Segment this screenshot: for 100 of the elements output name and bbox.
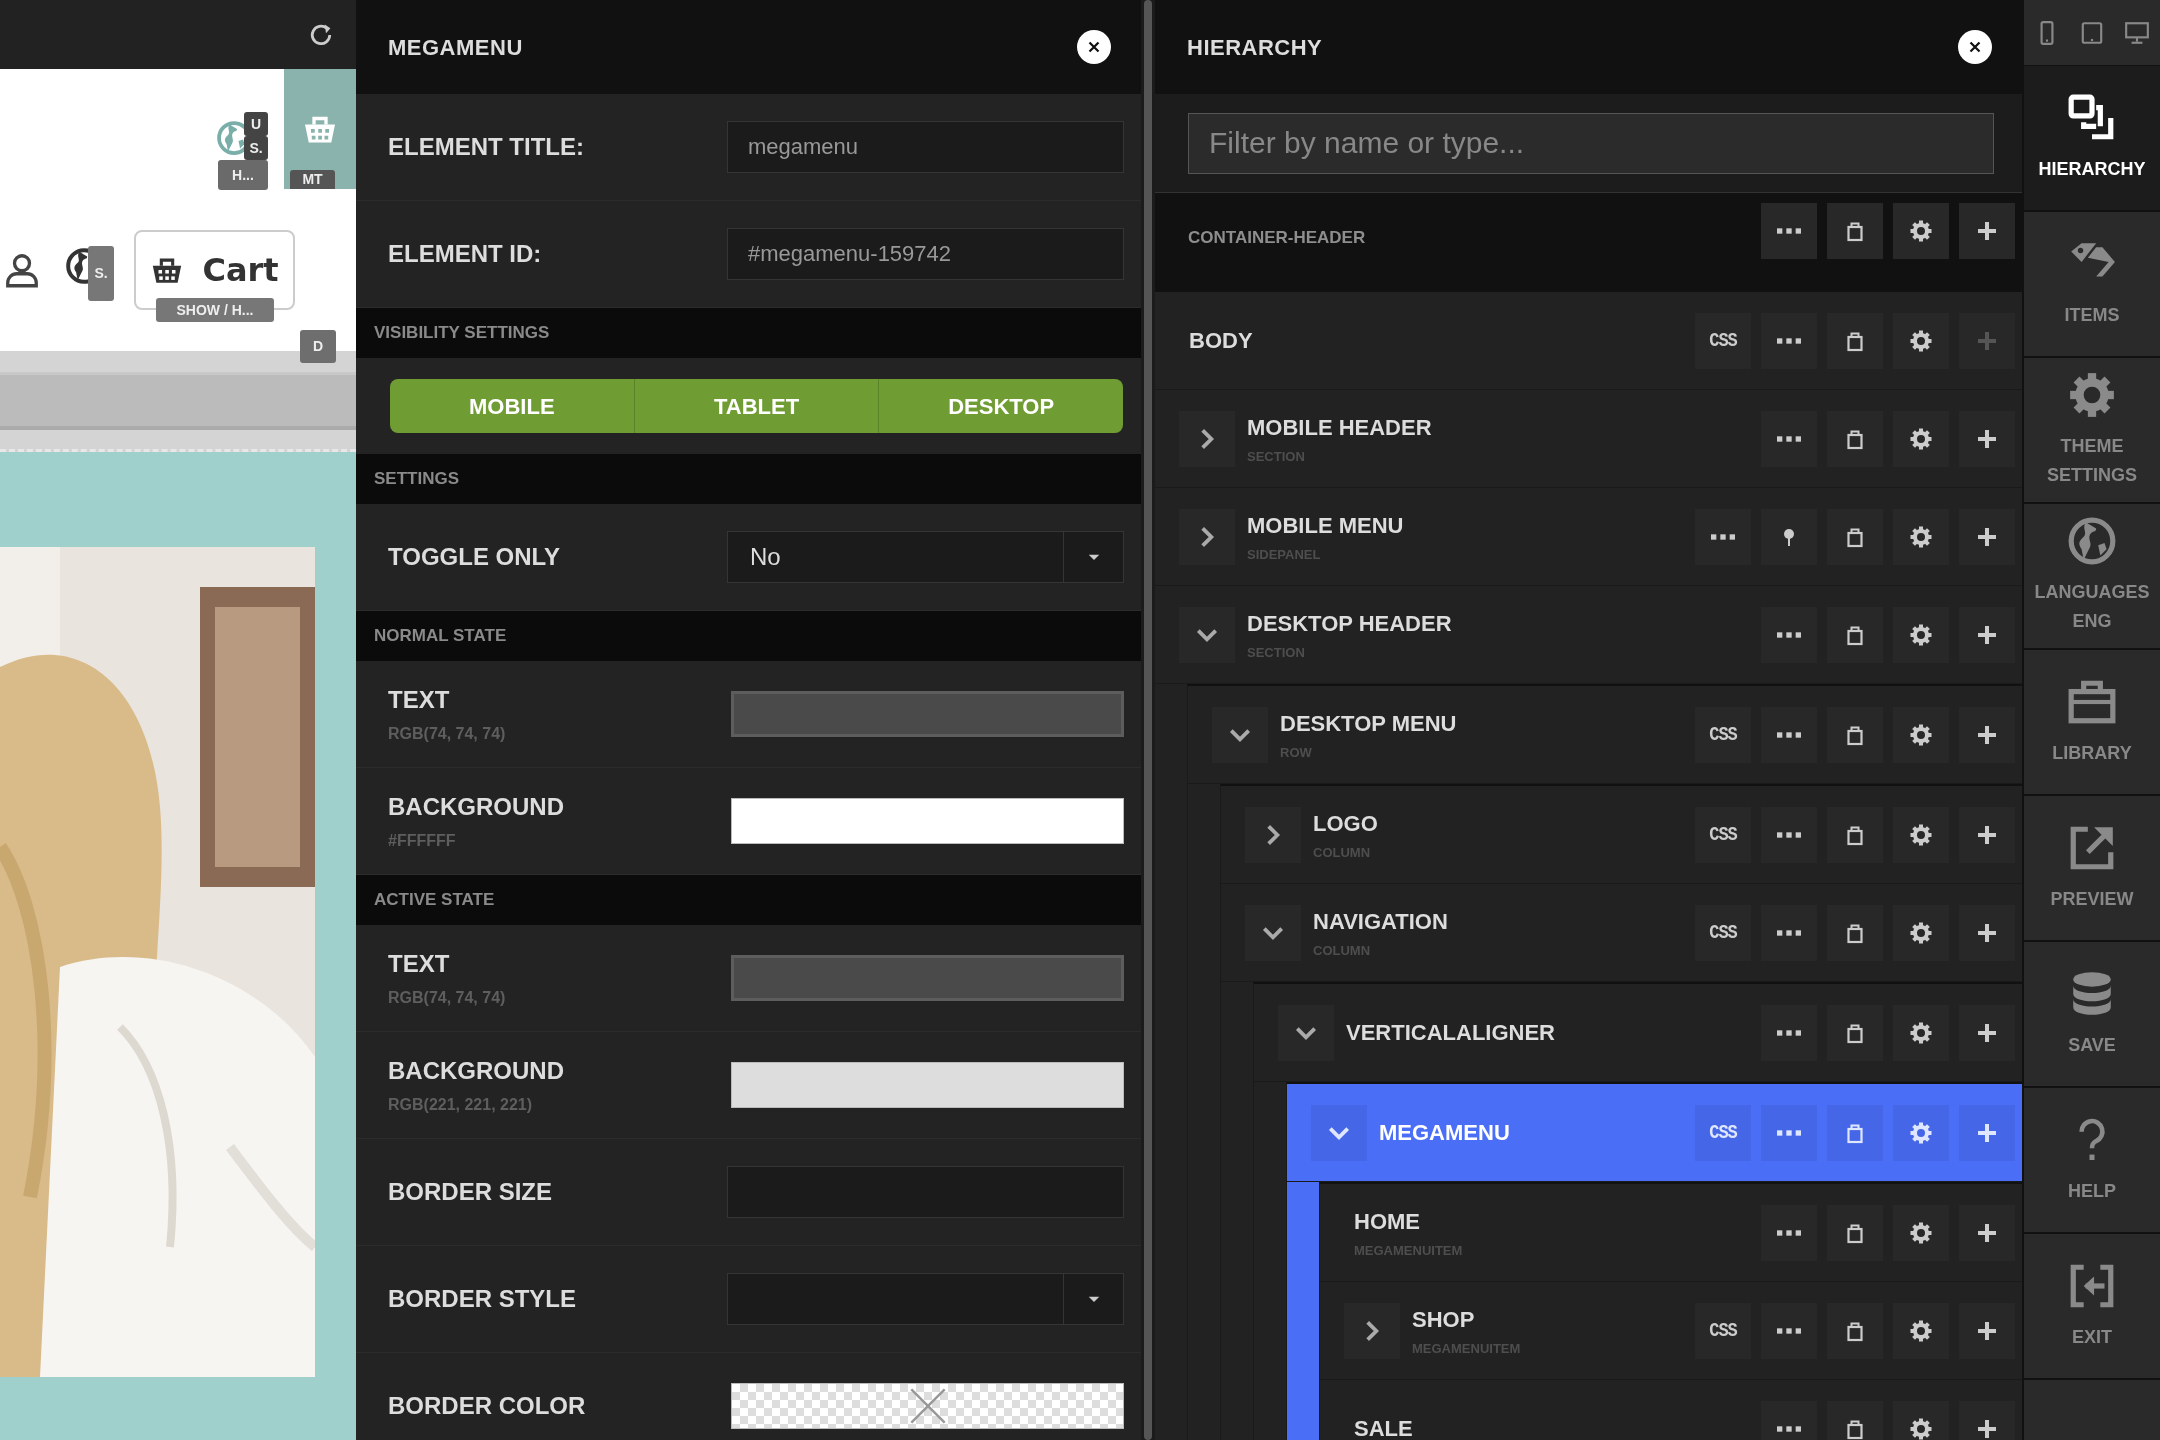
- container-label: CONTAINER-HEADER: [1188, 227, 1366, 249]
- search-field[interactable]: Filter by name or type...: [1188, 112, 1994, 174]
- more-button[interactable]: [1761, 410, 1817, 467]
- delete-button[interactable]: [1827, 508, 1883, 565]
- delete-button[interactable]: [1827, 1400, 1883, 1440]
- more-button[interactable]: [1761, 1204, 1817, 1261]
- tree-row[interactable]: VERTICALALIGNER: [1254, 984, 2022, 1082]
- tree-row[interactable]: BODY CSS: [1155, 292, 2022, 390]
- color-swatch[interactable]: [731, 1383, 1124, 1429]
- color-swatch[interactable]: [731, 1062, 1124, 1108]
- add-button[interactable]: [1959, 606, 2015, 663]
- delete-button[interactable]: [1827, 706, 1883, 763]
- user-icon[interactable]: [4, 252, 40, 288]
- add-button[interactable]: [1959, 1302, 2015, 1359]
- more-button[interactable]: [1761, 1004, 1817, 1061]
- delete-button[interactable]: [1827, 203, 1883, 259]
- settings-button[interactable]: [1893, 1004, 1949, 1061]
- expand-toggle[interactable]: [1311, 1104, 1367, 1161]
- dropdown[interactable]: No: [727, 531, 1124, 583]
- element-label: H...: [218, 160, 268, 190]
- add-button[interactable]: [1959, 1004, 2015, 1061]
- delete-button[interactable]: [1827, 806, 1883, 863]
- expand-toggle[interactable]: [1179, 410, 1235, 467]
- add-button[interactable]: [1959, 806, 2015, 863]
- more-icon: [1711, 533, 1735, 540]
- delete-button[interactable]: [1827, 410, 1883, 467]
- more-icon: [1777, 1425, 1801, 1432]
- selected-tree-row[interactable]: MEGAMENU CSS: [1287, 1084, 2022, 1182]
- more-button[interactable]: [1695, 508, 1751, 565]
- delete-button[interactable]: [1827, 312, 1883, 369]
- bulb-button[interactable]: [1761, 508, 1817, 565]
- more-button[interactable]: [1761, 1302, 1817, 1359]
- globe-icon[interactable]: [65, 247, 88, 285]
- color-swatch[interactable]: [731, 798, 1124, 844]
- expand-toggle[interactable]: [1344, 1302, 1400, 1359]
- add-button[interactable]: [1959, 1204, 2015, 1261]
- field-label: ELEMENT ID:: [388, 239, 542, 269]
- settings-button[interactable]: [1893, 904, 1949, 961]
- settings-button[interactable]: [1893, 1400, 1949, 1440]
- scrollbar[interactable]: [1144, 0, 1152, 1440]
- section-title: SETTINGS: [374, 468, 459, 491]
- monitor-icon[interactable]: [2124, 19, 2151, 46]
- node-name: SALE: [1354, 1415, 1413, 1440]
- add-button[interactable]: [1959, 203, 2015, 259]
- css-button[interactable]: CSS: [1695, 904, 1751, 961]
- color-swatch[interactable]: [731, 691, 1124, 737]
- more-button[interactable]: [1761, 904, 1817, 961]
- expand-toggle[interactable]: [1179, 508, 1235, 565]
- input-field[interactable]: megamenu: [727, 121, 1124, 173]
- settings-button[interactable]: [1893, 806, 1949, 863]
- expand-toggle[interactable]: [1179, 606, 1235, 663]
- settings-button[interactable]: [1893, 1204, 1949, 1261]
- add-button[interactable]: [1959, 410, 2015, 467]
- add-button[interactable]: [1959, 508, 2015, 565]
- color-swatch[interactable]: [731, 955, 1124, 1001]
- delete-button[interactable]: [1827, 904, 1883, 961]
- container-row[interactable]: CONTAINER-HEADER: [1155, 193, 2022, 292]
- close-button[interactable]: [1958, 30, 1992, 64]
- globe-icon: [2067, 516, 2117, 567]
- more-icon: [1777, 929, 1801, 936]
- css-button[interactable]: CSS: [1695, 312, 1751, 369]
- settings-button[interactable]: [1893, 410, 1949, 467]
- settings-button[interactable]: [1893, 606, 1949, 663]
- color-value: RGB(221, 221, 221): [388, 1095, 534, 1115]
- expand-toggle[interactable]: [1278, 1004, 1334, 1061]
- sidebar-item[interactable]: HIERARCHY: [2024, 66, 2160, 212]
- close-button[interactable]: [1077, 30, 1111, 64]
- css-button[interactable]: CSS: [1695, 806, 1751, 863]
- section-title: NORMAL STATE: [374, 625, 507, 648]
- input-field[interactable]: #megamenu-159742: [727, 228, 1124, 280]
- settings-button[interactable]: [1893, 312, 1949, 369]
- field-label: BORDER STYLE: [388, 1284, 576, 1314]
- delete-button[interactable]: [1827, 1204, 1883, 1261]
- css-button[interactable]: CSS: [1695, 1302, 1751, 1359]
- settings-button[interactable]: [1893, 706, 1949, 763]
- delete-button[interactable]: [1827, 606, 1883, 663]
- expand-toggle[interactable]: [1245, 806, 1301, 863]
- more-button[interactable]: [1761, 1400, 1817, 1440]
- delete-button[interactable]: [1827, 1302, 1883, 1359]
- more-button[interactable]: [1761, 806, 1817, 863]
- delete-button[interactable]: [1827, 1004, 1883, 1061]
- more-button[interactable]: [1761, 312, 1817, 369]
- add-button[interactable]: [1959, 706, 2015, 763]
- settings-button[interactable]: [1893, 203, 1949, 259]
- tree-row[interactable]: SALE: [1320, 1380, 2022, 1440]
- expand-toggle[interactable]: [1245, 904, 1301, 961]
- more-button[interactable]: [1761, 706, 1817, 763]
- tablet-icon[interactable]: [2079, 19, 2105, 46]
- more-button[interactable]: [1761, 606, 1817, 663]
- settings-button[interactable]: [1893, 508, 1949, 565]
- input-field[interactable]: [727, 1166, 1124, 1218]
- expand-toggle[interactable]: [1212, 706, 1268, 763]
- add-button[interactable]: [1959, 904, 2015, 961]
- node-name: MEGAMENU: [1379, 1119, 1510, 1147]
- node-name: SHOP: [1412, 1305, 1476, 1334]
- css-button[interactable]: CSS: [1695, 706, 1751, 763]
- more-button[interactable]: [1761, 203, 1817, 259]
- css-button[interactable]: CSS: [1695, 1104, 1751, 1161]
- settings-button[interactable]: [1893, 1302, 1949, 1359]
- add-button[interactable]: [1959, 1400, 2015, 1440]
